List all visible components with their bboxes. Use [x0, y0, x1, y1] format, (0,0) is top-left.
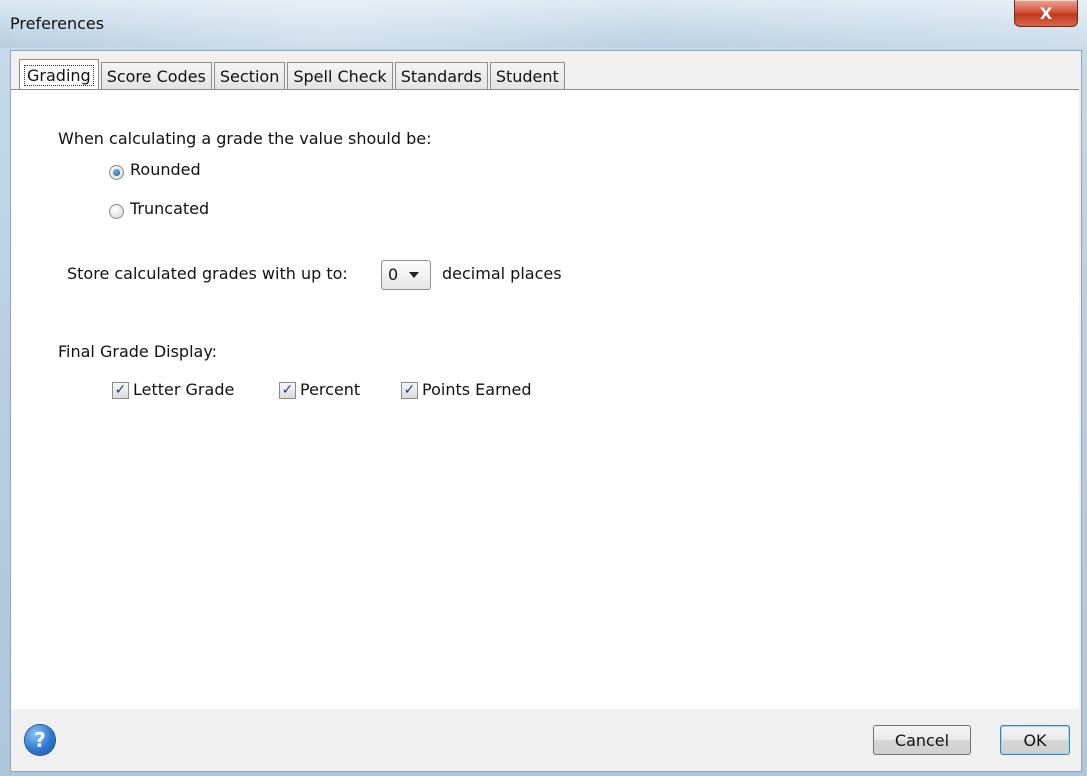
store-prefix-label: Store calculated grades with up to:: [67, 264, 348, 283]
decimal-places-value: 0: [388, 265, 399, 284]
truncated-radio[interactable]: [109, 204, 124, 219]
button-bar: ? Cancel OK: [11, 709, 1079, 771]
tab-label: Student: [495, 66, 559, 86]
truncated-label: Truncated: [130, 199, 210, 218]
tab-grading[interactable]: Grading: [19, 59, 99, 90]
points-earned-checkbox[interactable]: ✓: [401, 382, 418, 399]
title-bar[interactable]: Preferences X: [0, 0, 1087, 48]
tab-score-codes[interactable]: Score Codes: [100, 62, 212, 89]
tab-student[interactable]: Student: [489, 62, 565, 89]
chevron-down-icon: [409, 272, 419, 278]
rounded-radio[interactable]: [109, 165, 124, 180]
preferences-window: Preferences X Grading Score Codes Sectio…: [0, 0, 1087, 776]
store-suffix-label: decimal places: [442, 264, 562, 283]
window-title: Preferences: [10, 14, 105, 33]
calc-heading: When calculating a grade the value shoul…: [58, 129, 432, 148]
close-button[interactable]: X: [1014, 0, 1078, 27]
tab-section[interactable]: Section: [213, 62, 286, 89]
dialog-body: Grading Score Codes Section Spell Check …: [10, 50, 1082, 772]
points-earned-label[interactable]: Points Earned: [422, 380, 532, 399]
percent-label[interactable]: Percent: [300, 380, 360, 399]
tab-standards[interactable]: Standards: [394, 62, 488, 89]
tab-label: Section: [219, 66, 280, 86]
tab-label: Spell Check: [293, 66, 387, 86]
final-display-heading: Final Grade Display:: [58, 342, 218, 361]
tab-label: Score Codes: [106, 66, 206, 86]
tab-spell-check[interactable]: Spell Check: [287, 62, 393, 89]
help-glyph: ?: [34, 728, 46, 752]
close-icon: X: [1039, 3, 1053, 23]
grading-panel: When calculating a grade the value shoul…: [11, 89, 1079, 710]
ok-button[interactable]: OK: [1000, 725, 1070, 755]
letter-grade-checkbox[interactable]: ✓: [112, 382, 129, 399]
help-icon[interactable]: ?: [25, 725, 55, 755]
cancel-button[interactable]: Cancel: [873, 725, 971, 755]
tab-strip: Grading Score Codes Section Spell Check …: [19, 59, 567, 90]
percent-checkbox[interactable]: ✓: [279, 382, 296, 399]
tab-label: Grading: [24, 64, 94, 86]
letter-grade-label[interactable]: Letter Grade: [133, 380, 234, 399]
decimal-places-dropdown[interactable]: 0: [381, 260, 431, 290]
rounded-label[interactable]: Rounded: [130, 160, 201, 179]
tab-label: Standards: [400, 66, 482, 86]
